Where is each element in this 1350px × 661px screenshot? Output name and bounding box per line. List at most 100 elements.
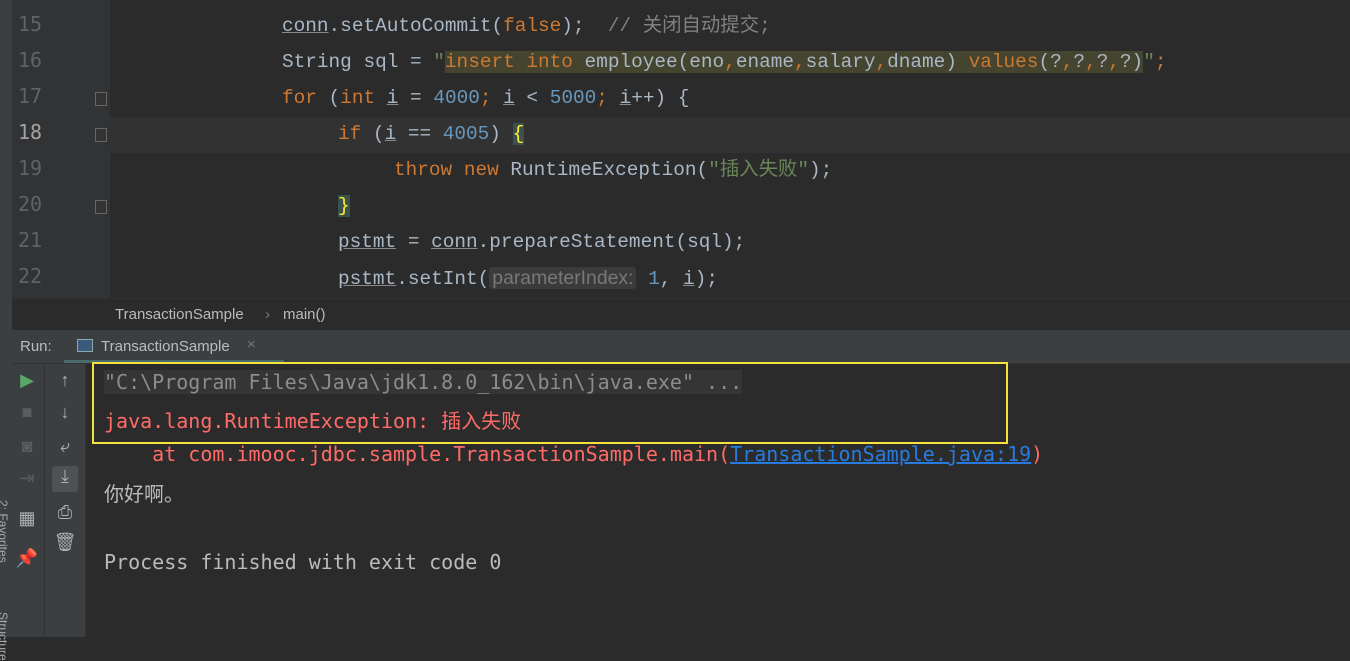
code-line: pstmt = conn.prepareStatement(sql); [338,224,745,260]
code-token: = [396,231,432,253]
code-token: = [398,87,434,109]
chevron-right-icon: › [265,306,270,323]
breadcrumb-class[interactable]: TransactionSample [115,306,244,323]
breadcrumb-method[interactable]: main() [283,306,326,323]
gutter [0,0,110,298]
fold-marker-icon[interactable] [95,92,107,106]
code-token: i [386,87,399,109]
code-token: i [384,123,397,145]
console-stacktrace: at com.imooc.jdbc.sample.TransactionSamp… [104,442,1043,466]
left-tool-strip: 2: Favorites Structure [0,0,12,661]
code-line: pstmt.setInt(parameterIndex: 1, i); [338,260,718,296]
code-token: conn [282,15,329,37]
code-token: false [503,15,562,37]
favorites-tab[interactable]: 2: Favorites [0,500,10,563]
line-number: 15 [18,12,43,36]
line-number: 18 [18,120,43,144]
parameter-hint: parameterIndex: [489,267,637,289]
code-token: i [619,87,632,109]
console-icon [77,339,93,352]
code-token: " [433,51,445,73]
trash-icon[interactable]: 🗑 [50,532,80,553]
line-number: 22 [18,264,43,288]
fold-marker-icon[interactable] [95,128,107,142]
code-token: , [1061,51,1074,73]
console-toolbar: ↑ ↓ ⤶ ⤓ ⎙ 🗑 [45,364,86,637]
code-token: i [503,87,515,109]
line-number: 21 [18,228,43,252]
code-token: conn [431,231,478,253]
code-token: ; [1154,51,1167,73]
line-number: 19 [18,156,43,180]
code-token: (? [1038,51,1062,73]
code-token: { [512,123,525,145]
line-number: 16 [18,48,43,72]
code-token: values [968,51,1039,73]
code-line: for (int i = 4000; i < 5000; i++) { [282,80,689,116]
code-token: } [338,195,350,217]
fold-marker-icon[interactable] [95,200,107,214]
code-token: , [875,51,888,73]
stop-icon[interactable]: ■ [12,402,42,423]
code-token: " [1143,51,1155,73]
code-token: // 关闭自动提交; [607,15,771,37]
code-token: , [1085,51,1097,73]
camera-icon[interactable]: ◙ [12,436,42,457]
code-token: , [1108,51,1120,73]
code-token: dname) [887,51,969,73]
close-icon[interactable]: × [247,336,256,353]
run-label: Run: [20,338,52,355]
current-line-highlight [110,117,1350,153]
print-icon[interactable]: ⎙ [50,502,80,523]
code-token: , [794,51,806,73]
code-token: ); [561,15,608,37]
code-token: for [282,87,317,109]
code-token: , [659,268,684,290]
code-token: String sql = [282,51,434,73]
code-token: ; [479,87,504,109]
code-token: .prepareStatement(sql); [477,231,746,253]
run-tab[interactable]: TransactionSample × [64,330,284,363]
stack-link[interactable]: TransactionSample.java:19 [730,442,1031,466]
code-token: pstmt [338,268,397,290]
line-number: 20 [18,192,43,216]
arrow-up-icon[interactable]: ↑ [50,370,80,391]
scroll-to-end-icon[interactable]: ⤓ [52,466,78,492]
breadcrumb: TransactionSample › main() [12,298,1350,331]
code-token: , [724,51,736,73]
code-token: 4005 [442,123,490,145]
code-token: int [340,87,376,109]
code-token: == [396,123,443,145]
pin-icon[interactable]: 📌 [12,548,42,569]
code-token: 4000 [433,87,480,109]
code-token: ; [596,87,620,109]
code-token: < [514,87,550,109]
code-token: 5000 [549,87,597,109]
structure-tab[interactable]: Structure [0,612,10,661]
code-token: salary [805,51,876,73]
code-token: ); [694,268,718,290]
code-token: 1 [648,268,660,290]
soft-wrap-icon[interactable]: ⤶ [50,436,80,457]
layout-icon[interactable]: ▦ [12,508,42,529]
code-token: insert into [444,51,573,73]
run-tab-label: TransactionSample [101,338,230,355]
code-token: .setInt( [396,268,490,290]
code-token: ++) { [631,87,690,109]
exit-icon[interactable]: ⇥ [12,468,42,489]
line-number: 17 [18,84,43,108]
arrow-down-icon[interactable]: ↓ [50,402,80,423]
code-token: ( [316,87,341,109]
code-editor[interactable]: 15 16 17 18 19 20 21 22 conn.setAutoCommit(fals… [0,0,1350,298]
highlight-box [92,362,1008,444]
code-token: ? [1096,51,1109,73]
code-token: i [683,268,695,290]
code-token: ?) [1119,51,1144,73]
stack-text: at com.imooc.jdbc.sample.TransactionSamp… [104,442,731,466]
code-token: ( [361,123,385,145]
run-toolbar: Run: TransactionSample × [12,330,1350,364]
code-line: conn.setAutoCommit(false); // 关闭自动提交; [282,8,771,44]
rerun-icon[interactable]: ▶ [12,370,42,391]
code-token: throw new [394,159,499,181]
